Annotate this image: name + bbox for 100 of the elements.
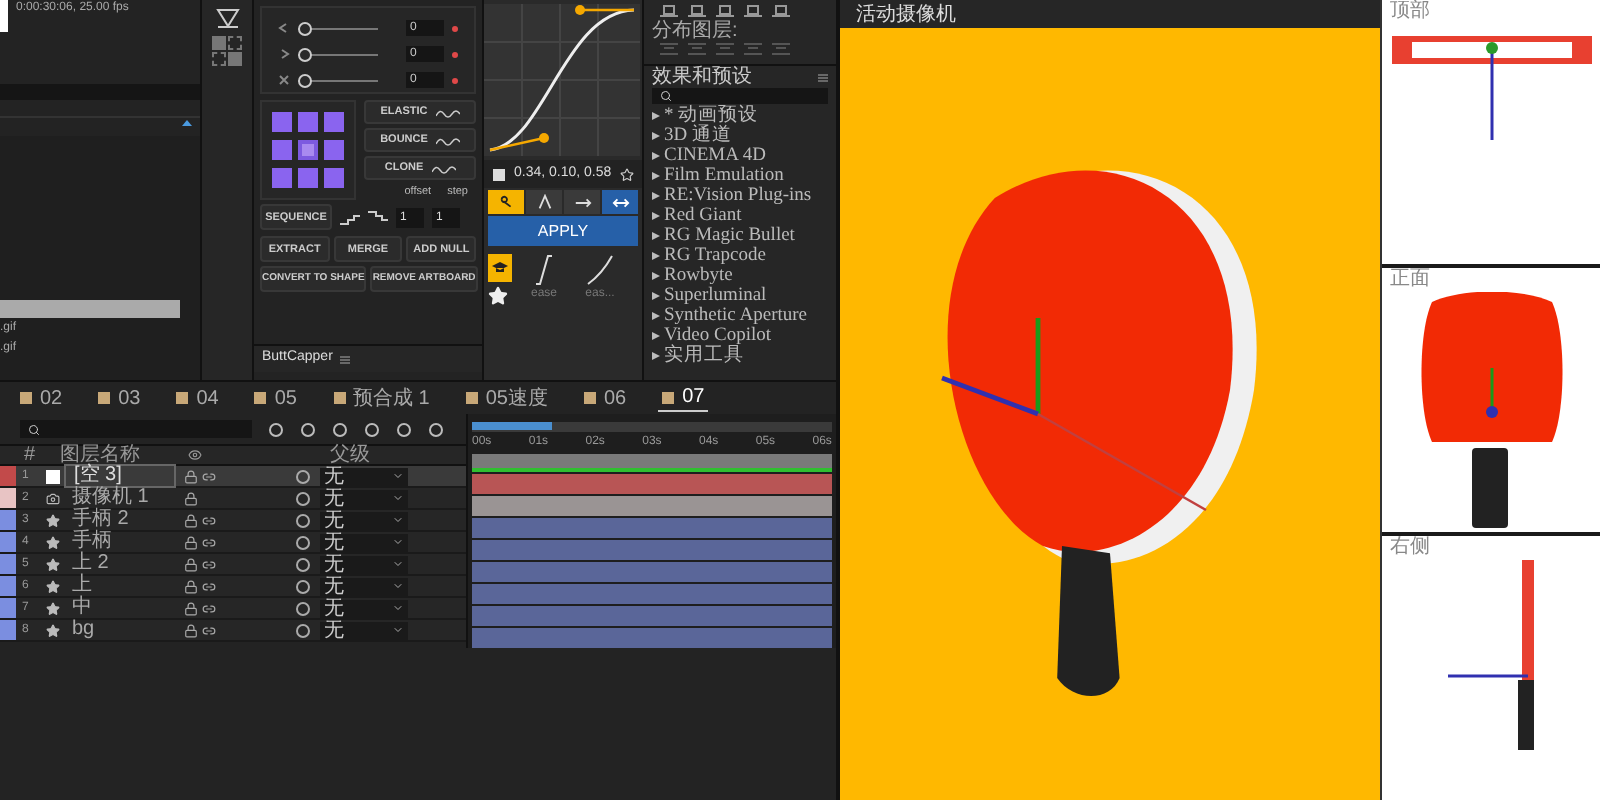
effect-category[interactable]: RG Magic Bullet: [652, 226, 828, 246]
composition-tab[interactable]: 02: [16, 384, 67, 412]
switch-icon[interactable]: [184, 535, 198, 549]
effect-category[interactable]: RE:Vision Plug-ins: [652, 186, 828, 206]
label-color-swatch[interactable]: [0, 488, 16, 508]
anchor-point-tile[interactable]: [272, 167, 292, 187]
expand-triangle-icon[interactable]: [652, 332, 660, 340]
view-pane[interactable]: 右侧: [1382, 536, 1600, 800]
column-header[interactable]: #: [0, 445, 52, 465]
align-icon[interactable]: [772, 4, 790, 18]
composition-tab[interactable]: 05: [250, 384, 301, 412]
label-color-swatch[interactable]: [0, 510, 16, 530]
composition-tab[interactable]: 07: [658, 384, 709, 412]
label-color-swatch[interactable]: [0, 576, 16, 596]
slider-thumb[interactable]: [298, 73, 312, 87]
effect-category[interactable]: CINEMA 4D: [652, 146, 828, 166]
effect-category[interactable]: 实用工具: [652, 346, 828, 366]
view-pane[interactable]: 正面: [1382, 268, 1600, 532]
anchor-point-tile[interactable]: [324, 139, 344, 160]
switch-icon[interactable]: [184, 513, 198, 527]
parent-dropdown[interactable]: 无: [320, 533, 408, 551]
anchor-point-tile[interactable]: [272, 139, 292, 160]
effect-category[interactable]: Film Emulation: [652, 166, 828, 186]
effect-category[interactable]: 3D 通道: [652, 126, 828, 146]
parent-dropdown[interactable]: 无: [320, 511, 408, 529]
switch-icon[interactable]: [184, 491, 198, 505]
align-icon[interactable]: [660, 4, 678, 18]
effect-category[interactable]: Red Giant: [652, 206, 828, 226]
switch-icon[interactable]: [202, 557, 216, 571]
composition-tab[interactable]: 05速度: [461, 384, 552, 412]
layer-name[interactable]: 中: [64, 598, 176, 618]
composition-tab[interactable]: 03: [94, 384, 145, 412]
slider-thumb[interactable]: [298, 47, 312, 61]
funnel-icon[interactable]: [215, 8, 239, 28]
expand-triangle-icon[interactable]: [652, 352, 660, 360]
switch-icon[interactable]: [184, 557, 198, 571]
ease-curve-graph[interactable]: [484, 4, 640, 156]
column-header[interactable]: 父级: [330, 445, 370, 465]
switches-icon[interactable]: [188, 448, 202, 462]
effect-category[interactable]: Rowbyte: [652, 266, 828, 286]
effect-category[interactable]: Superluminal: [652, 286, 828, 306]
star-icon[interactable]: [619, 167, 634, 181]
composition-canvas[interactable]: [840, 28, 1380, 800]
menu-icon[interactable]: [340, 355, 351, 363]
label-color-swatch[interactable]: [0, 466, 16, 486]
expand-triangle-icon[interactable]: [652, 292, 660, 300]
anchor-point-tile[interactable]: [324, 167, 344, 187]
effect-category[interactable]: RG Trapcode: [652, 246, 828, 266]
composition-tab[interactable]: 预合成 1: [329, 384, 434, 412]
switch-icon[interactable]: [184, 601, 198, 615]
effect-category[interactable]: Video Copilot: [652, 326, 828, 346]
layer-duration-bar[interactable]: [472, 627, 832, 647]
switch-icon[interactable]: [202, 469, 216, 483]
layer-name[interactable]: bg: [64, 620, 176, 640]
anchor-point-tile[interactable]: [298, 167, 318, 187]
effect-category[interactable]: * 动画预设: [652, 106, 828, 126]
effect-category[interactable]: Synthetic Aperture: [652, 306, 828, 326]
layer-duration-bar[interactable]: [472, 583, 832, 603]
presets-tab[interactable]: [488, 254, 512, 282]
switch-icon[interactable]: [184, 623, 198, 637]
parent-dropdown[interactable]: 无: [320, 577, 408, 595]
mode-button[interactable]: [488, 190, 524, 214]
mode-button[interactable]: [526, 190, 562, 214]
search-field[interactable]: [652, 88, 828, 104]
anchor-point-tile[interactable]: [298, 112, 318, 132]
switch-icon[interactable]: [202, 623, 216, 637]
expand-triangle-icon[interactable]: [652, 232, 660, 240]
layer-name[interactable]: 手柄 2: [64, 510, 176, 530]
apply-button[interactable]: APPLY: [488, 216, 638, 246]
expand-triangle-icon[interactable]: [652, 152, 660, 160]
layer-duration-bar[interactable]: [472, 517, 832, 537]
layer-duration-bar[interactable]: [472, 495, 832, 515]
expand-triangle-icon[interactable]: [652, 192, 660, 200]
layer-duration-bar[interactable]: [472, 473, 832, 493]
parent-dropdown[interactable]: 无: [320, 467, 408, 485]
mode-button[interactable]: [564, 190, 600, 214]
layer-name[interactable]: 上 2: [64, 554, 176, 574]
expand-triangle-icon[interactable]: [652, 312, 660, 320]
switch-icon[interactable]: [202, 513, 216, 527]
sort-arrow-icon[interactable]: [182, 120, 192, 126]
composition-tab[interactable]: 06: [579, 384, 631, 412]
anchor-point-tile[interactable]: [324, 112, 344, 132]
mode-button[interactable]: [602, 190, 638, 214]
switch-icon[interactable]: [202, 601, 216, 615]
label-color-swatch[interactable]: [0, 598, 16, 618]
label-color-swatch[interactable]: [0, 532, 16, 552]
switch-icon[interactable]: [202, 535, 216, 549]
parent-dropdown[interactable]: 无: [320, 599, 408, 617]
layer-name[interactable]: 手柄: [64, 532, 176, 552]
expand-triangle-icon[interactable]: [652, 132, 660, 140]
label-color-swatch[interactable]: [0, 554, 16, 574]
expand-triangle-icon[interactable]: [652, 172, 660, 180]
composition-tab[interactable]: 04: [172, 384, 223, 412]
switch-icon[interactable]: [184, 469, 198, 483]
anchor-point-tile[interactable]: [298, 139, 318, 160]
align-icon[interactable]: [744, 4, 762, 18]
align-icon[interactable]: [688, 4, 706, 18]
label-color-swatch[interactable]: [0, 620, 16, 640]
search-field[interactable]: [20, 420, 252, 438]
parent-dropdown[interactable]: 无: [320, 555, 408, 573]
